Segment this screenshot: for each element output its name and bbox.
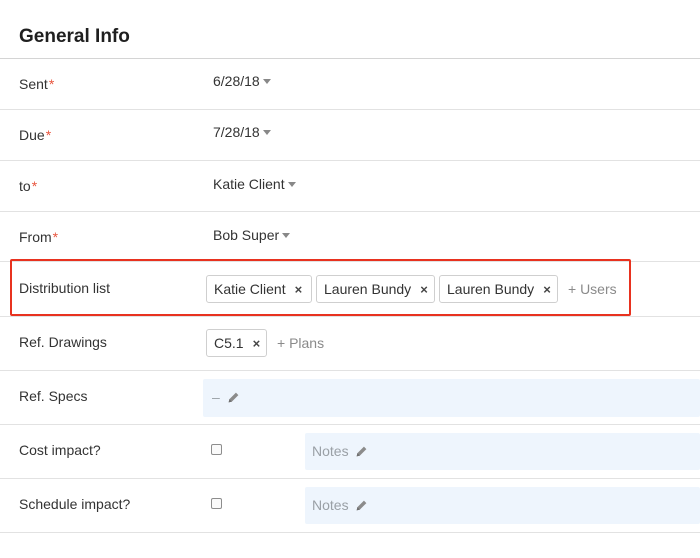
pencil-icon	[357, 446, 367, 457]
due-date-value: 7/28/18	[213, 124, 260, 140]
required-marker: *	[52, 229, 59, 245]
row-sent: Sent* 6/28/18	[0, 59, 700, 110]
row-schedule-impact: Schedule impact? Notes	[0, 479, 700, 533]
notes-placeholder: Notes	[312, 443, 349, 459]
required-marker: *	[45, 127, 52, 143]
row-ref-drawings: Ref. Drawings C5.1 × + Plans	[0, 317, 700, 371]
ref-specs-edit-field[interactable]: –	[203, 379, 700, 417]
field-label-to: to*	[19, 178, 37, 194]
caret-down-icon	[262, 78, 271, 84]
pencil-icon	[357, 500, 367, 511]
section-title: General Info	[19, 26, 130, 47]
field-label-schedule-impact: Schedule impact?	[19, 496, 131, 512]
close-icon[interactable]: ×	[253, 336, 261, 351]
from-sender-dropdown[interactable]: Bob Super	[213, 227, 291, 243]
drawing-chip: C5.1 ×	[206, 329, 267, 357]
cost-impact-checkbox[interactable]	[211, 444, 222, 455]
field-label-due: Due*	[19, 127, 51, 143]
to-recipient-dropdown[interactable]: Katie Client	[213, 176, 296, 192]
row-due: Due* 7/28/18	[0, 110, 700, 161]
field-label-ref-specs: Ref. Specs	[19, 388, 88, 404]
field-label-cost-impact: Cost impact?	[19, 442, 101, 458]
from-sender-value: Bob Super	[213, 227, 280, 243]
row-from: From* Bob Super	[0, 212, 700, 262]
sent-date-value: 6/28/18	[213, 73, 260, 89]
label-text: Due	[19, 127, 45, 143]
field-label-from: From*	[19, 229, 58, 245]
caret-down-icon	[282, 232, 291, 238]
to-recipient-value: Katie Client	[213, 176, 285, 192]
schedule-impact-checkbox[interactable]	[211, 498, 222, 509]
sent-date-dropdown[interactable]: 6/28/18	[213, 73, 271, 89]
row-to: to* Katie Client	[0, 161, 700, 212]
ref-specs-value: –	[212, 389, 220, 405]
caret-down-icon	[262, 129, 271, 135]
field-label-sent: Sent*	[19, 76, 54, 92]
pencil-icon	[228, 392, 239, 403]
notes-placeholder: Notes	[312, 497, 349, 513]
required-marker: *	[48, 76, 55, 92]
schedule-impact-notes-field[interactable]: Notes	[305, 487, 700, 524]
row-cost-impact: Cost impact? Notes	[0, 425, 700, 479]
cost-impact-notes-field[interactable]: Notes	[305, 433, 700, 470]
chip-label: C5.1	[214, 335, 244, 351]
highlight-box	[10, 259, 631, 316]
label-text: Sent	[19, 76, 48, 92]
label-text: to	[19, 178, 31, 194]
row-ref-specs: Ref. Specs –	[0, 371, 700, 425]
required-marker: *	[31, 178, 38, 194]
caret-down-icon	[287, 181, 296, 187]
add-plans-link[interactable]: + Plans	[277, 335, 324, 351]
label-text: From	[19, 229, 52, 245]
field-label-ref-drawings: Ref. Drawings	[19, 334, 107, 350]
due-date-dropdown[interactable]: 7/28/18	[213, 124, 271, 140]
